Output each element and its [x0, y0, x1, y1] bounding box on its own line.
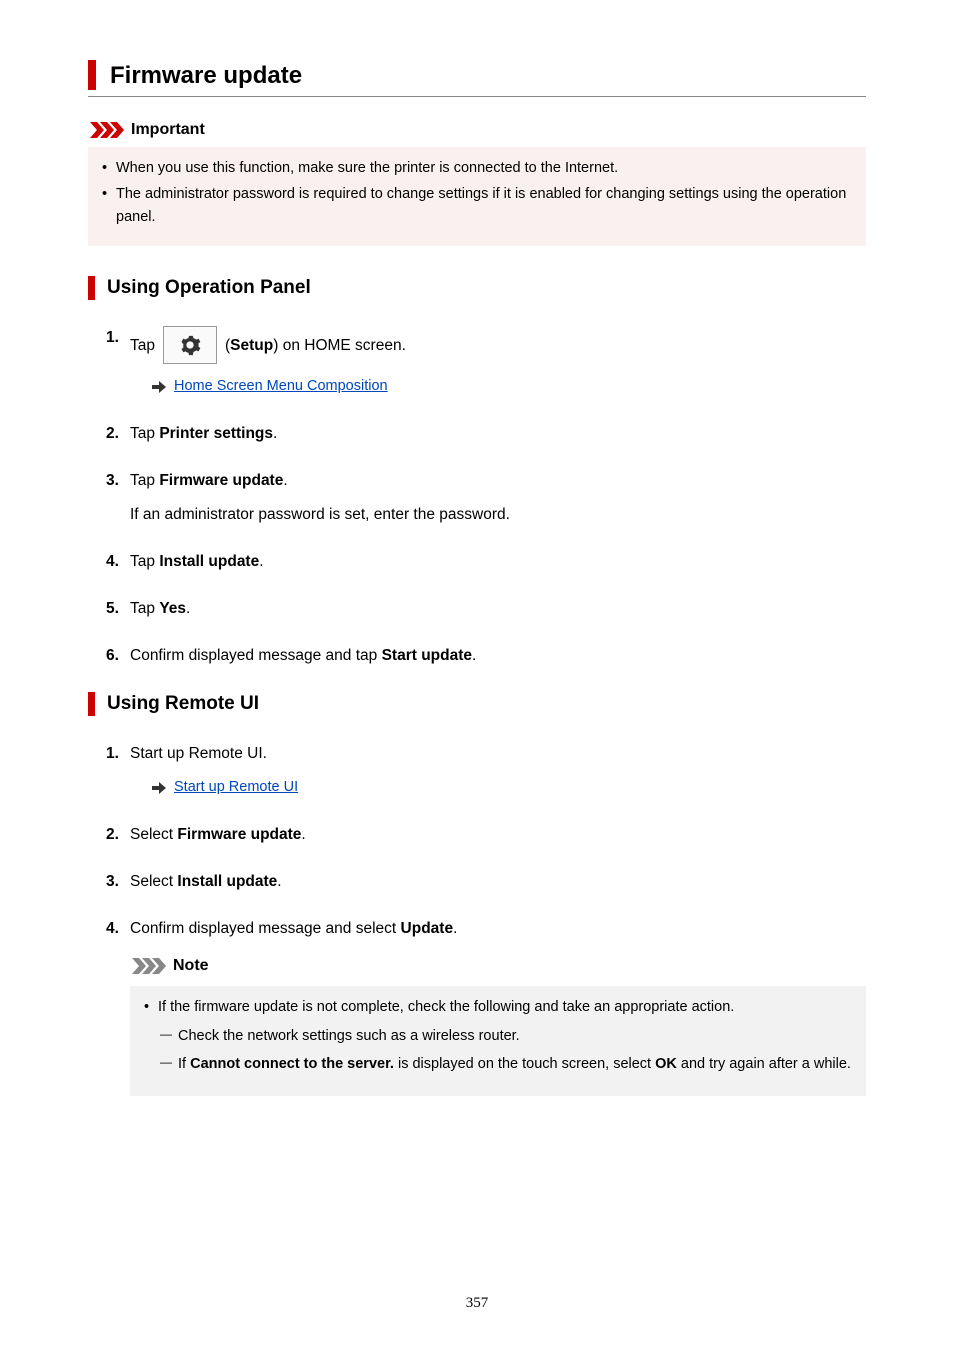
- step-text-bold: Install update: [177, 873, 277, 890]
- accent-bar: [88, 276, 95, 300]
- step-text: .: [186, 600, 190, 617]
- step-text-bold: Firmware update: [159, 472, 283, 489]
- step-text: .: [453, 920, 457, 937]
- important-chevrons-icon: [90, 122, 124, 138]
- note-lead-text: If the firmware update is not complete, …: [158, 999, 734, 1015]
- step-text: Select: [130, 873, 177, 890]
- step-6: 6. Confirm displayed message and tap Sta…: [106, 644, 866, 667]
- note-header: Note: [130, 954, 866, 978]
- section-heading-operation-panel: Using Operation Panel: [88, 276, 866, 300]
- home-screen-menu-link[interactable]: Home Screen Menu Composition: [174, 376, 388, 398]
- note-text-bold: OK: [655, 1056, 677, 1072]
- step-text: Tap: [130, 334, 155, 357]
- step-1: 1. Tap (Setup) on HOME screen. Home Scre…: [106, 326, 866, 398]
- step-2: 2. Select Firmware update.: [106, 823, 866, 846]
- step-text: Tap: [130, 553, 159, 570]
- step-5: 5. Tap Yes.: [106, 597, 866, 620]
- page-title: Firmware update: [88, 60, 866, 97]
- note-sub-item: Check the network settings such as a wir…: [158, 1025, 852, 1047]
- step-text: .: [259, 553, 263, 570]
- accent-bar: [88, 60, 96, 90]
- remote-ui-steps: 1. Start up Remote UI. Start up Remote U…: [88, 742, 866, 1096]
- note-text: and try again after a while.: [677, 1056, 851, 1072]
- note-chevrons-icon: [132, 958, 166, 974]
- important-body: When you use this function, make sure th…: [88, 147, 866, 246]
- step-text: .: [273, 425, 277, 442]
- step-text-bold: Install update: [159, 553, 259, 570]
- step-3: 3. Tap Firmware update. If an administra…: [106, 469, 866, 526]
- note-text: is displayed on the touch screen, select: [394, 1056, 655, 1072]
- note-callout: Note If the firmware update is not compl…: [130, 954, 866, 1095]
- step-text: Tap: [130, 600, 159, 617]
- section-heading-remote-ui: Using Remote UI: [88, 692, 866, 716]
- note-lead: If the firmware update is not complete, …: [144, 996, 852, 1075]
- title-text: Firmware update: [110, 60, 302, 90]
- important-callout: Important When you use this function, ma…: [88, 121, 866, 246]
- gear-icon: [179, 334, 201, 356]
- start-remote-ui-link[interactable]: Start up Remote UI: [174, 777, 298, 799]
- step-1: 1. Start up Remote UI. Start up Remote U…: [106, 742, 866, 799]
- setup-button-illustration: [163, 326, 217, 364]
- arrow-right-icon: [152, 782, 166, 794]
- important-item: The administrator password is required t…: [102, 183, 852, 228]
- step-text: Tap: [130, 472, 159, 489]
- note-sub-item: If Cannot connect to the server. is disp…: [158, 1053, 852, 1075]
- note-body: If the firmware update is not complete, …: [130, 986, 866, 1095]
- sub-link-row: Home Screen Menu Composition: [130, 376, 866, 398]
- step-text-bold: Setup: [230, 337, 273, 354]
- accent-bar: [88, 692, 95, 716]
- step-2: 2. Tap Printer settings.: [106, 422, 866, 445]
- step-text: Confirm displayed message and tap: [130, 647, 382, 664]
- page-number: 357: [0, 1295, 954, 1312]
- step-text: ) on HOME screen.: [273, 337, 406, 354]
- note-text: If: [178, 1056, 190, 1072]
- note-text-bold: Cannot connect to the server.: [190, 1056, 394, 1072]
- note-label: Note: [173, 954, 209, 978]
- step-text-bold: Yes: [159, 600, 186, 617]
- important-item: When you use this function, make sure th…: [102, 157, 852, 179]
- step-text-bold: Update: [401, 920, 454, 937]
- step-text: .: [277, 873, 281, 890]
- step-text-bold: Firmware update: [177, 826, 301, 843]
- step-text-bold: Start update: [382, 647, 472, 664]
- step-text: .: [472, 647, 476, 664]
- step-text: .: [283, 472, 287, 489]
- step-text: Confirm displayed message and select: [130, 920, 401, 937]
- step-4: 4. Confirm displayed message and select …: [106, 917, 866, 1096]
- step-3: 3. Select Install update.: [106, 870, 866, 893]
- step-text: Select: [130, 826, 177, 843]
- step-text-bold: Printer settings: [159, 425, 273, 442]
- important-header: Important: [88, 121, 866, 139]
- step-text: .: [301, 826, 305, 843]
- important-label: Important: [131, 121, 205, 139]
- step-4: 4. Tap Install update.: [106, 550, 866, 573]
- section-heading-text: Using Remote UI: [107, 692, 259, 716]
- step-sub-text: If an administrator password is set, ent…: [130, 503, 866, 526]
- section-heading-text: Using Operation Panel: [107, 276, 311, 300]
- step-text: Tap: [130, 425, 159, 442]
- sub-link-row: Start up Remote UI: [130, 777, 866, 799]
- operation-panel-steps: 1. Tap (Setup) on HOME screen. Home Scre…: [88, 326, 866, 667]
- step-text: Start up Remote UI.: [130, 745, 267, 762]
- arrow-right-icon: [152, 381, 166, 393]
